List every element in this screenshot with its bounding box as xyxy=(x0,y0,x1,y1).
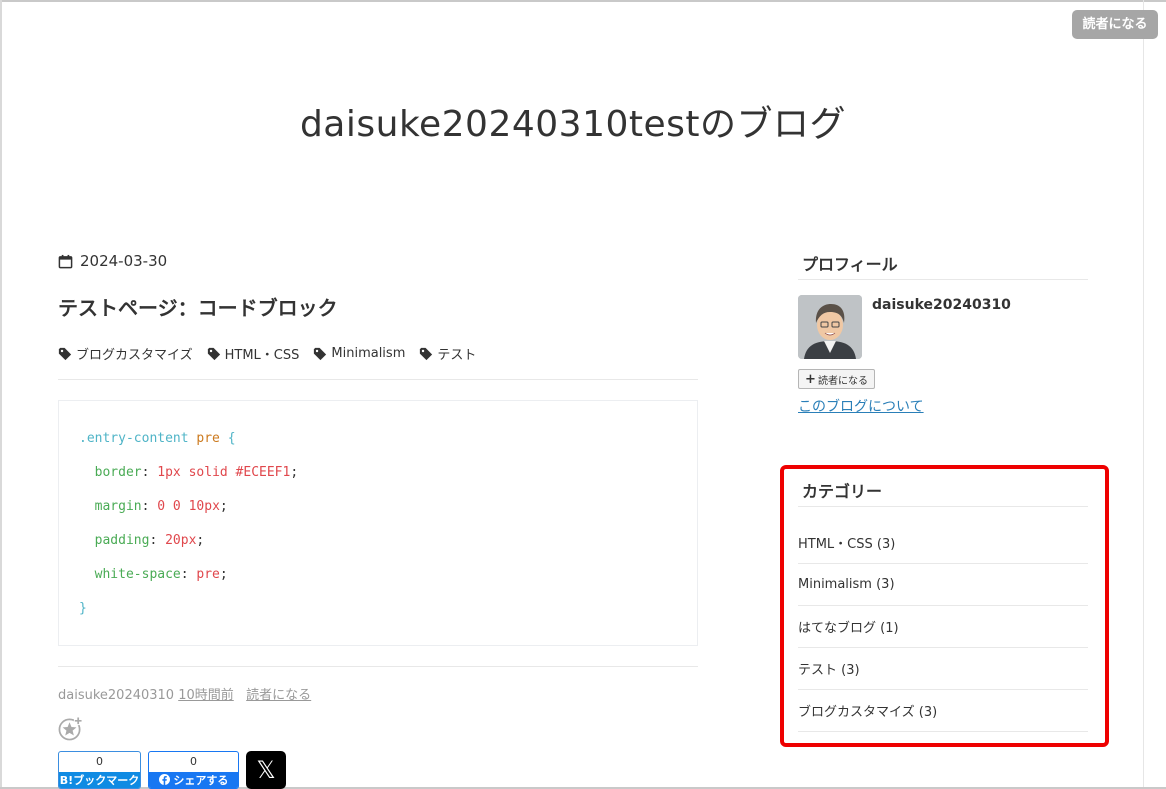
profile-name[interactable]: daisuke20240310 xyxy=(872,297,1011,313)
entry-date: 2024-03-30 xyxy=(58,252,167,270)
tag-link[interactable]: テスト xyxy=(419,344,476,363)
code-value: 1px solid #ECEEF1 xyxy=(157,465,291,480)
hatena-bookmark-count: 0 xyxy=(96,755,103,768)
blog-title[interactable]: daisuke20240310testのブログ xyxy=(0,95,1146,147)
follow-button-sidebar[interactable]: + 読者になる xyxy=(798,369,875,389)
hatena-bookmark-label: B!ブックマーク xyxy=(59,772,140,788)
plus-icon: + xyxy=(805,371,816,387)
facebook-share-count: 0 xyxy=(190,755,197,768)
tag-icon xyxy=(58,347,72,360)
tag-link[interactable]: HTML・CSS xyxy=(207,344,300,363)
tag-label: HTML・CSS xyxy=(224,348,300,363)
facebook-share-button[interactable]: 0 シェアする xyxy=(148,751,239,789)
tag-label: テスト xyxy=(437,348,477,363)
code-line: white-space: pre; xyxy=(94,567,228,582)
entry-date-text[interactable]: 2024-03-30 xyxy=(80,252,167,270)
entry-title[interactable]: テストページ：コードブロック xyxy=(58,292,338,321)
author-name: daisuke20240310 xyxy=(58,688,175,703)
hatena-bookmark-button[interactable]: 0 B!ブックマーク xyxy=(58,751,141,789)
tag-icon xyxy=(207,347,220,360)
permalink-time[interactable]: 10時間前 xyxy=(178,688,234,703)
code-line: .entry-content pre { xyxy=(79,429,677,463)
entry-tags: ブログカスタマイズ HTML・CSS Minimalism テスト xyxy=(58,344,490,363)
x-share-button[interactable]: 𝕏 xyxy=(246,751,286,789)
code-brace: } xyxy=(79,601,87,616)
facebook-share-text: シェアする xyxy=(173,774,229,787)
divider xyxy=(58,666,698,667)
code-selector: .entry-content xyxy=(79,431,189,446)
code-property: border xyxy=(94,465,142,480)
code-property: margin xyxy=(94,499,142,514)
entry-footer: daisuke20240310 10時間前 読者になる xyxy=(58,684,311,703)
code-property: white-space xyxy=(94,567,181,582)
code-element: pre xyxy=(196,431,220,446)
code-brace: { xyxy=(227,431,236,446)
x-icon: 𝕏 xyxy=(256,756,276,784)
about-blog-link[interactable]: このブログについて xyxy=(798,396,924,416)
highlight-box xyxy=(780,465,1109,747)
profile-heading: プロフィール xyxy=(802,255,898,274)
code-line: } xyxy=(79,599,677,633)
tag-label: Minimalism xyxy=(331,346,406,361)
tag-icon xyxy=(314,347,327,360)
code-property: padding xyxy=(94,533,150,548)
add-star-icon[interactable] xyxy=(58,716,83,741)
follow-button-header[interactable]: 読者になる xyxy=(1072,10,1158,39)
code-line: margin: 0 0 10px; xyxy=(94,499,228,514)
calendar-icon xyxy=(58,254,73,268)
avatar[interactable] xyxy=(798,295,862,359)
tag-link[interactable]: Minimalism xyxy=(313,344,405,363)
code-value: 0 0 10px xyxy=(157,499,220,514)
facebook-share-label: シェアする xyxy=(149,772,238,788)
avatar-image xyxy=(798,295,862,359)
code-value: 20px xyxy=(165,533,197,548)
code-line: border: 1px solid #ECEEF1; xyxy=(94,465,299,480)
tag-icon xyxy=(420,347,433,360)
divider xyxy=(58,379,698,380)
tag-label: ブログカスタマイズ xyxy=(76,348,193,363)
window-top-border xyxy=(0,0,1166,2)
facebook-icon xyxy=(158,774,170,785)
code-value: pre xyxy=(196,567,220,582)
code-block: .entry-content pre { border: 1px solid #… xyxy=(58,400,698,646)
follow-button-label: 読者になる xyxy=(817,375,868,387)
divider xyxy=(798,279,1088,280)
code-line: padding: 20px; xyxy=(94,533,205,548)
tag-link[interactable]: ブログカスタマイズ xyxy=(58,344,193,363)
follow-link[interactable]: 読者になる xyxy=(246,688,311,703)
